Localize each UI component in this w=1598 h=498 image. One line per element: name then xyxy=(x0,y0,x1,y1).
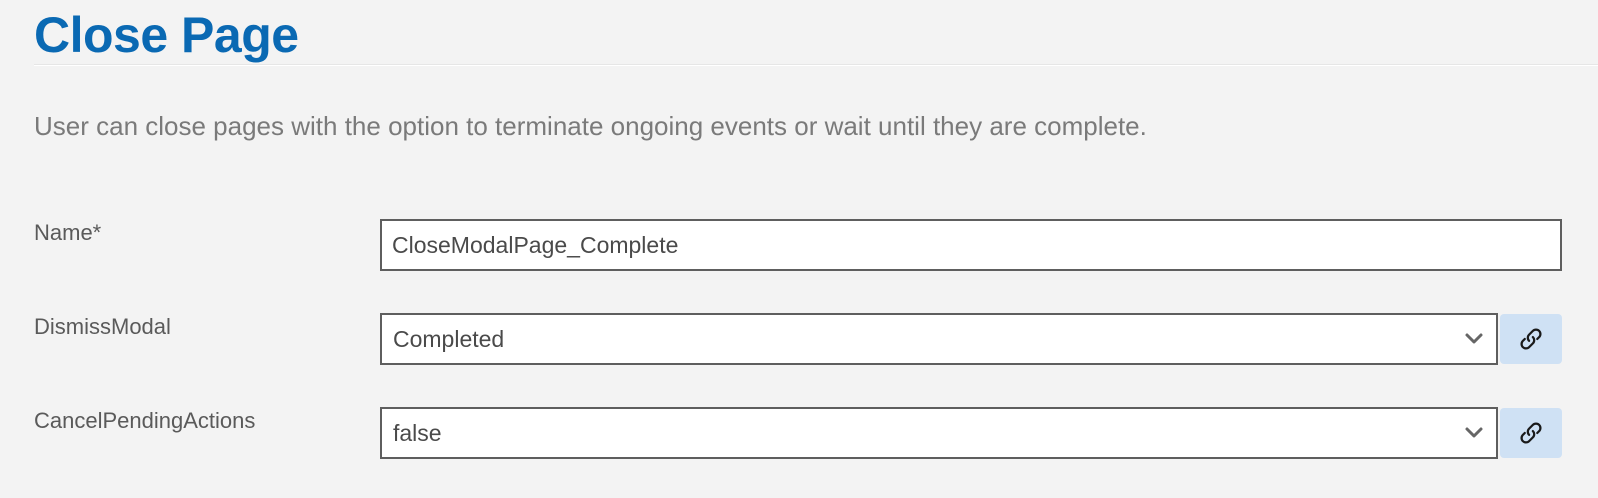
page-description: User can close pages with the option to … xyxy=(34,111,1147,141)
title-divider xyxy=(34,64,1598,66)
link-icon xyxy=(1520,422,1542,444)
cancel-pending-actions-link-button[interactable] xyxy=(1500,408,1562,458)
link-icon xyxy=(1520,328,1542,350)
dismiss-modal-selected-value: Completed xyxy=(393,326,505,352)
page-title: Close Page xyxy=(34,7,299,63)
name-input[interactable] xyxy=(380,219,1562,271)
close-page-panel: Close Page User can close pages with the… xyxy=(0,0,1598,498)
dismiss-modal-select[interactable]: Completed xyxy=(380,313,1498,365)
cancel-pending-actions-label: CancelPendingActions xyxy=(34,408,256,433)
chevron-down-icon xyxy=(1465,427,1483,438)
dismiss-modal-link-button[interactable] xyxy=(1500,314,1562,364)
cancel-pending-actions-select[interactable]: false xyxy=(380,407,1498,459)
cancel-pending-actions-selected-value: false xyxy=(393,420,442,446)
dismiss-modal-label: DismissModal xyxy=(34,314,171,339)
chevron-down-icon xyxy=(1465,333,1483,344)
name-label: Name* xyxy=(34,220,102,245)
